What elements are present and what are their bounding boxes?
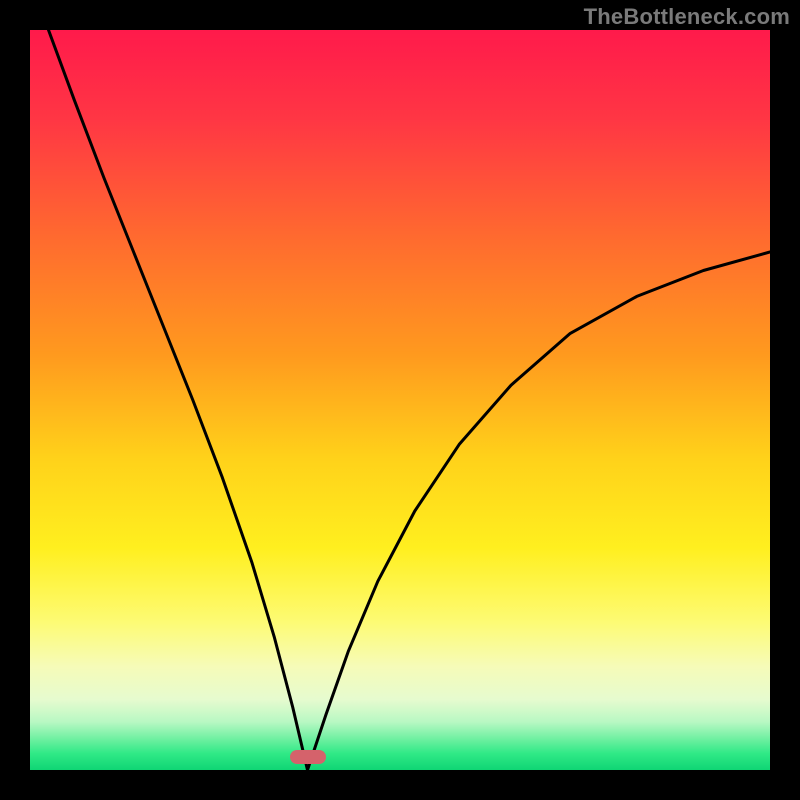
optimum-marker bbox=[290, 750, 326, 764]
curve-left-branch bbox=[49, 30, 308, 770]
bottleneck-curve bbox=[30, 30, 770, 770]
watermark-label: TheBottleneck.com bbox=[584, 4, 790, 30]
curve-right-branch bbox=[308, 252, 771, 770]
chart-outer-frame: TheBottleneck.com bbox=[0, 0, 800, 800]
chart-plot-area bbox=[30, 30, 770, 770]
